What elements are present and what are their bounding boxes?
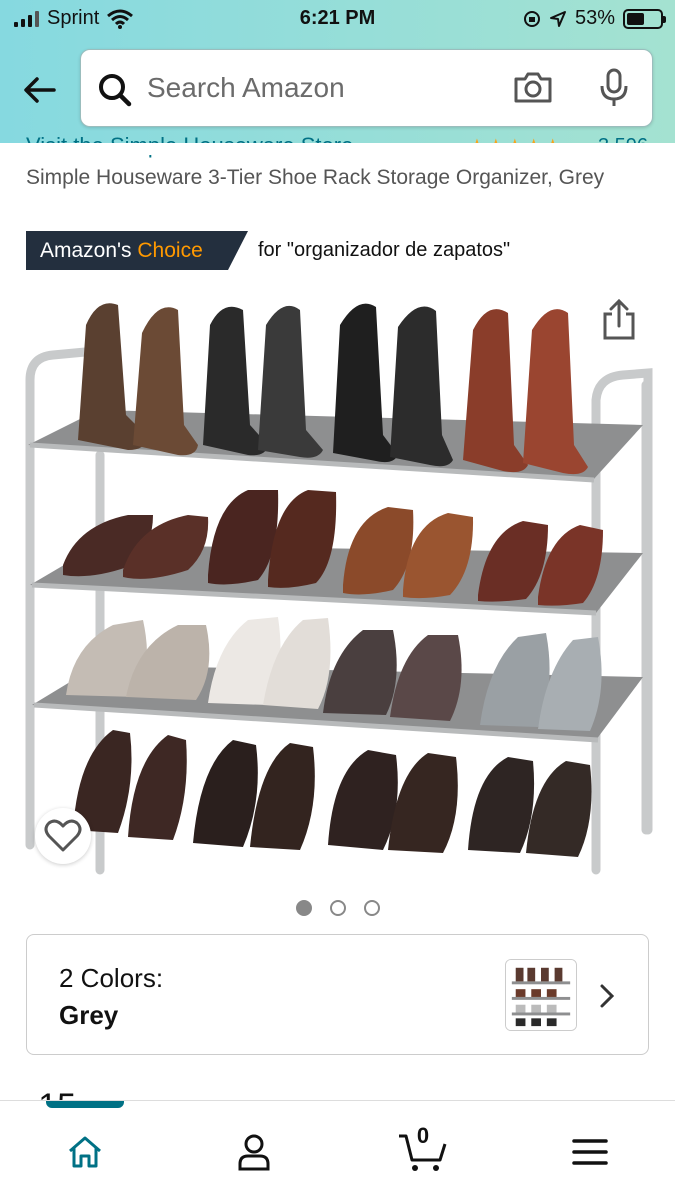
menu-icon bbox=[572, 1139, 608, 1165]
search-bar[interactable] bbox=[80, 49, 653, 127]
share-icon[interactable] bbox=[600, 298, 638, 342]
badge-highlight: Choice bbox=[137, 239, 203, 262]
wishlist-button[interactable] bbox=[35, 808, 91, 864]
orientation-lock-icon bbox=[523, 10, 540, 27]
carousel-dot[interactable] bbox=[295, 900, 312, 916]
badge-prefix: Amazon's bbox=[40, 239, 138, 262]
camera-icon[interactable] bbox=[513, 69, 553, 105]
search-input[interactable] bbox=[147, 66, 487, 110]
active-tab-indicator bbox=[46, 1101, 124, 1108]
amazons-choice-badge: Amazon's Choice bbox=[26, 231, 248, 270]
product-image[interactable] bbox=[18, 285, 658, 875]
nav-account[interactable] bbox=[229, 1127, 279, 1177]
chevron-right-icon bbox=[600, 984, 615, 1008]
variant-value: Grey bbox=[59, 1000, 119, 1030]
location-icon bbox=[549, 10, 566, 27]
header-divider bbox=[0, 143, 675, 155]
status-bar: Sprint 6:21 PM 53% bbox=[0, 0, 675, 40]
battery-icon bbox=[623, 8, 666, 29]
home-icon bbox=[69, 1136, 101, 1168]
variant-thumbnail bbox=[505, 959, 577, 1031]
color-variant-selector[interactable]: 2 Colors: Grey bbox=[26, 934, 649, 1055]
nav-cart[interactable]: 0 bbox=[398, 1123, 448, 1177]
search-icon bbox=[99, 74, 132, 107]
nav-menu[interactable] bbox=[565, 1127, 615, 1177]
product-title: Simple Houseware 3-Tier Shoe Rack Storag… bbox=[26, 166, 605, 189]
microphone-icon[interactable] bbox=[597, 68, 631, 108]
heart-icon bbox=[44, 819, 82, 852]
variant-label: 2 Colors: bbox=[59, 963, 164, 993]
badge-query: for "organizador de zapatos" bbox=[258, 239, 511, 261]
bottom-navigation: 0 bbox=[0, 1100, 675, 1200]
app-header: Sprint 6:21 PM 53% Search Amazon bbox=[0, 0, 675, 158]
carousel-indicator bbox=[0, 900, 675, 916]
carousel-dot[interactable] bbox=[329, 900, 346, 916]
battery-percent: 53% bbox=[574, 7, 615, 29]
cart-count: 0 bbox=[416, 1123, 430, 1148]
carousel-dot[interactable] bbox=[363, 900, 380, 916]
account-icon bbox=[238, 1134, 270, 1171]
nav-home[interactable] bbox=[60, 1127, 110, 1177]
back-arrow-icon[interactable] bbox=[20, 70, 60, 110]
